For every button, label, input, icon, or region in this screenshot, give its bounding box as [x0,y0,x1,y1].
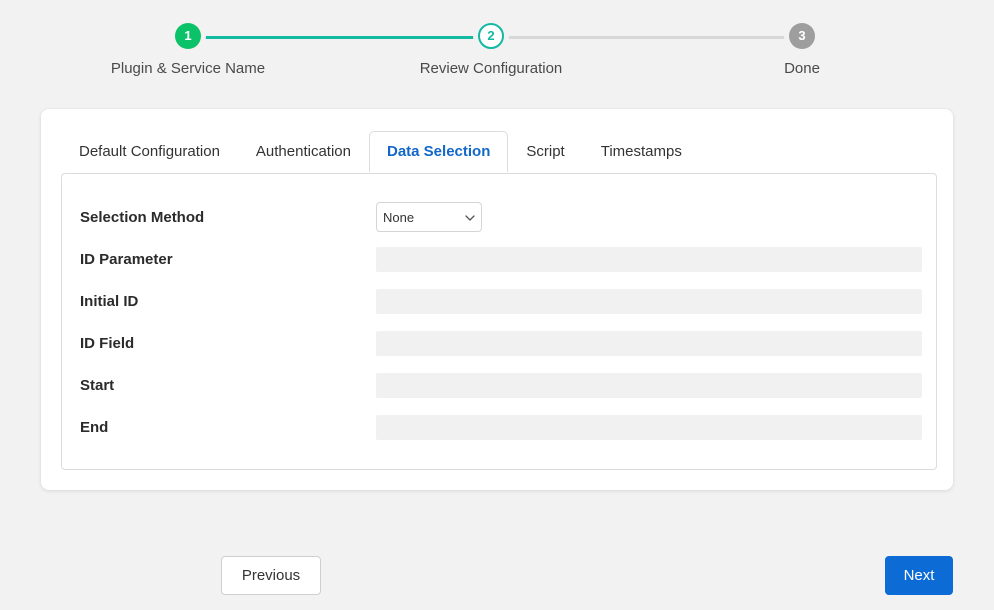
next-button[interactable]: Next [885,556,953,595]
selection-method-control: None [376,202,920,232]
initial-id-control [376,289,922,314]
previous-button[interactable]: Previous [221,556,321,595]
selection-method-select[interactable]: None [376,202,482,232]
id-parameter-input[interactable] [376,247,922,272]
step-3-number: 3 [789,23,815,49]
tab-timestamps[interactable]: Timestamps [583,131,700,172]
wizard-step-2[interactable]: 2 Review Configuration [401,0,581,77]
tab-authentication[interactable]: Authentication [238,131,369,172]
step-1-label: Plugin & Service Name [98,60,278,77]
field-row-start: Start [80,364,920,406]
tab-data-selection[interactable]: Data Selection [369,131,508,172]
wizard-footer: Previous Next [41,556,953,596]
configuration-card: Default Configuration Authentication Dat… [41,109,953,490]
tab-default-configuration[interactable]: Default Configuration [61,131,238,172]
wizard-step-3[interactable]: 3 Done [712,0,892,77]
start-control [376,373,922,398]
id-parameter-control [376,247,922,272]
field-row-end: End [80,406,920,448]
end-input[interactable] [376,415,922,440]
selection-method-select-wrap: None [376,202,482,232]
field-row-initial-id: Initial ID [80,280,920,322]
id-field-label: ID Field [80,335,376,352]
id-parameter-label: ID Parameter [80,251,376,268]
start-label: Start [80,377,376,394]
data-selection-panel: Selection Method None ID Parameter [61,173,937,470]
tab-script[interactable]: Script [508,131,582,172]
start-input[interactable] [376,373,922,398]
field-row-selection-method: Selection Method None [80,196,920,238]
initial-id-input[interactable] [376,289,922,314]
end-label: End [80,419,376,436]
wizard-step-1[interactable]: 1 Plugin & Service Name [98,0,278,77]
id-field-control [376,331,922,356]
selection-method-label: Selection Method [80,209,376,226]
step-2-number: 2 [478,23,504,49]
step-1-number: 1 [175,23,201,49]
step-2-label: Review Configuration [401,60,581,77]
field-row-id-field: ID Field [80,322,920,364]
wizard-stepper: 1 Plugin & Service Name 2 Review Configu… [0,0,994,92]
field-row-id-parameter: ID Parameter [80,238,920,280]
id-field-input[interactable] [376,331,922,356]
end-control [376,415,922,440]
initial-id-label: Initial ID [80,293,376,310]
step-3-label: Done [712,60,892,77]
tab-bar: Default Configuration Authentication Dat… [61,131,700,171]
